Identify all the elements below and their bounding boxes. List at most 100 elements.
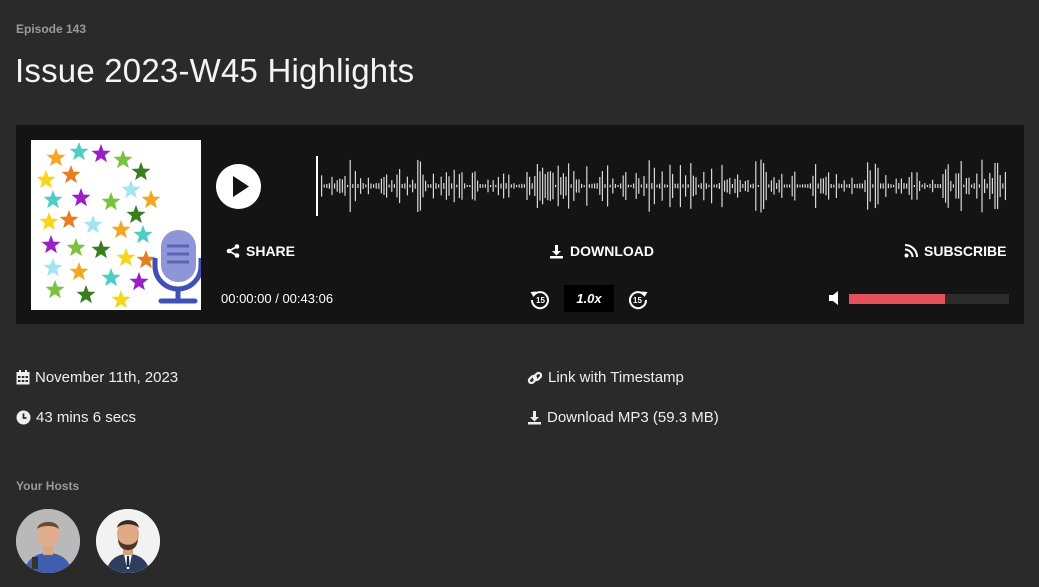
volume-icon[interactable] [828,290,842,306]
waveform-bar [669,164,671,208]
waveform-bar [830,184,832,188]
waveform-bar [685,175,687,197]
host-avatar-2[interactable] [96,509,160,573]
waveform-bar [734,178,736,194]
logo-star [41,235,61,254]
waveform-bar [375,183,377,189]
waveform-bar [599,177,601,195]
waveform-bar [378,183,380,189]
waveform-bar [880,183,882,189]
waveform-bar [575,179,577,193]
download-button[interactable]: DOWNLOAD [549,243,654,259]
download-mp3-link[interactable]: Download MP3 (59.3 MB) [527,409,719,426]
waveform-bar [445,172,447,200]
play-button[interactable] [216,164,261,209]
waveform-bar [625,172,627,200]
waveform-bar [417,159,419,212]
waveform-bar [409,184,411,188]
waveform-bar [687,184,689,188]
subscribe-button[interactable]: SUBSCRIBE [904,243,1006,259]
waveform-bar [627,184,629,188]
waveform-bar [711,168,713,204]
waveform-bar [656,184,658,188]
podcast-artwork [31,140,204,310]
waveform-bar [328,183,330,189]
share-button[interactable]: SHARE [226,243,295,259]
logo-star [43,258,63,277]
waveform-bar [856,183,858,189]
waveform-bar [422,174,424,198]
waveform-bar [334,183,336,189]
waveform-bar [828,172,830,200]
waveform-bar [607,165,609,207]
waveform-bar [479,184,481,188]
waveform-bar [755,161,757,211]
waveform-bar [666,184,668,188]
waveform-bar [401,184,403,188]
waveform-bar [594,183,596,189]
waveform-bar [698,184,700,188]
waveform-bar [443,183,445,189]
waveform-bar [804,184,806,188]
waveform-bar [791,175,793,197]
waveform-bar [573,171,575,201]
waveform-scrubber[interactable] [316,156,1008,216]
waveform-bar [365,184,367,188]
waveform-bar [794,171,796,201]
playback-speed-button[interactable]: 1.0x [564,285,614,312]
logo-star [101,192,121,211]
waveform-bar [776,183,778,189]
logo-star [69,262,89,281]
waveform-bar [630,184,632,187]
logo-star [43,190,63,209]
waveform-bar [864,180,866,192]
rewind-15-icon[interactable]: 15 [528,287,552,311]
logo-star [113,150,133,169]
waveform-bar [568,163,570,209]
waveform-bar [352,184,354,188]
waveform-bar [386,174,388,198]
timestamp-link[interactable]: Link with Timestamp [527,369,684,386]
waveform-bar [643,176,645,196]
waveform-bar [851,177,853,195]
host-avatar-1[interactable] [16,509,80,573]
waveform-bar [383,177,385,195]
waveform-bar [971,184,973,188]
waveform-bar [978,184,980,188]
waveform-bar [890,184,892,188]
waveform-bar [438,184,440,188]
waveform-bar [425,180,427,192]
logo-star [126,205,146,224]
waveform-bar [783,184,785,188]
waveform-bar [887,183,889,189]
waveform-bar [679,165,681,208]
waveform-bar [700,183,702,189]
waveform-bar [487,179,489,193]
waveform-bar [583,185,585,188]
waveform-bar [586,166,588,206]
waveform-bar [877,167,879,205]
waveform-bar [869,170,871,202]
waveform-bar [789,184,791,188]
waveform-bar [456,184,458,188]
waveform-bar [674,183,676,189]
clock-icon [16,410,31,425]
waveform-bar [349,159,351,213]
waveform-bar [989,172,991,200]
host-photo [96,509,160,573]
waveform-bar [430,184,432,188]
waveform-bar [744,181,746,192]
waveform-bar [612,178,614,194]
waveform-bar [838,183,840,189]
waveform-bar [404,183,406,189]
logo-star [59,210,79,229]
waveform-bar [737,174,739,198]
waveform-bar [648,160,650,212]
waveform-bar [464,183,466,189]
waveform-bar [724,180,726,192]
waveform-bar [547,171,549,201]
waveform-bar [750,184,752,188]
forward-15-icon[interactable]: 15 [626,287,650,311]
volume-slider[interactable] [849,294,1009,304]
waveform-bar [921,184,923,188]
